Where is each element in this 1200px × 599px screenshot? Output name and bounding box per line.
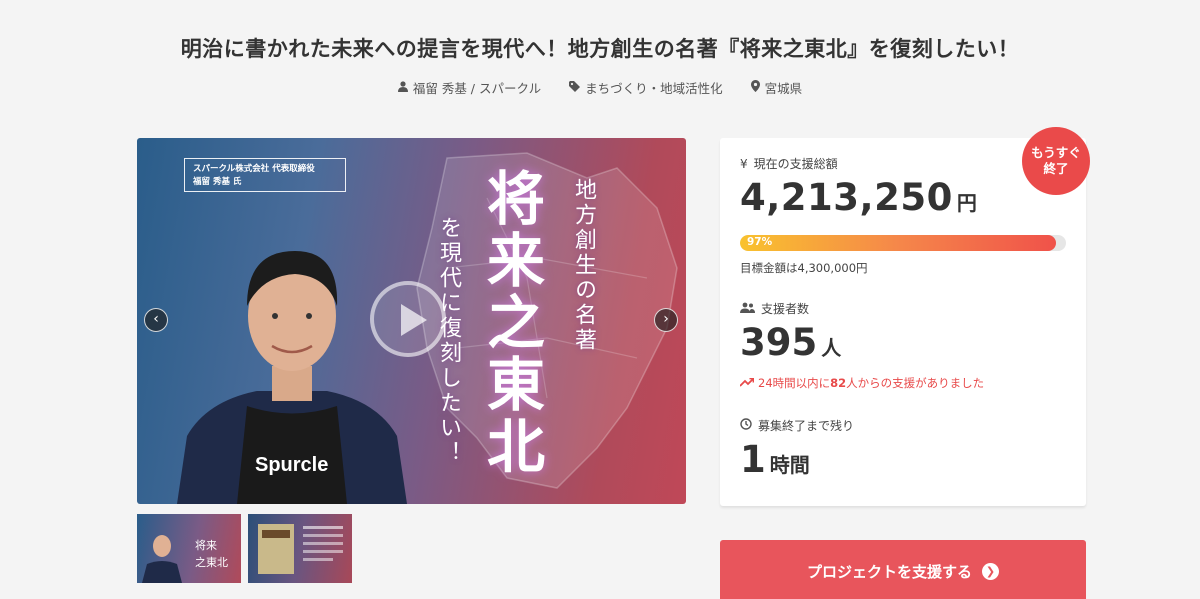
chevron-left-icon: ‹	[153, 311, 159, 327]
map-pin-icon	[750, 80, 760, 95]
funding-stats-card: ¥ 現在の支援総額 4,213,250 円 97% 目標金額は4,300,000円…	[720, 138, 1086, 506]
badge-line-2: 終了	[1043, 161, 1069, 176]
thumbnail-2-image	[258, 524, 343, 574]
support-project-button[interactable]: プロジェクトを支援する ❯	[720, 540, 1086, 599]
backers-label: 支援者数	[761, 302, 810, 316]
category-name: まちづくり・地域活性化	[585, 81, 723, 96]
headline-vertical-1: 地方創生の名著	[571, 178, 596, 353]
users-icon	[740, 302, 755, 316]
arrow-right-icon: ❯	[982, 562, 999, 580]
speaker-name: 福留 秀基 氏	[193, 177, 242, 187]
trend-prefix: 24時間以内に	[758, 376, 831, 390]
backers-value: 395	[740, 321, 818, 364]
progress-fill: 97%	[740, 235, 1057, 251]
clock-icon	[740, 418, 752, 433]
goal-amount: 目標金額は4,300,000円	[740, 261, 868, 275]
speaker-title: スパークル株式会社 代表取締役	[193, 164, 315, 174]
owner-link[interactable]: 福留 秀基 / スパークル	[397, 78, 542, 97]
project-video[interactable]: スパークル株式会社 代表取締役 福留 秀基 氏 地方創生の名著 将来之東北 を現…	[137, 138, 686, 504]
location-link[interactable]: 宮城県	[750, 78, 803, 97]
trend-suffix: 人からの支援がありました	[846, 376, 985, 390]
trend-count: 82	[830, 376, 847, 390]
owner-name: 福留 秀基 / スパークル	[412, 81, 542, 96]
yen-icon: ¥	[740, 156, 748, 171]
progress-percent: 97%	[747, 236, 773, 248]
amount-value: 4,213,250	[740, 176, 953, 219]
project-meta: 福留 秀基 / スパークル まちづくり・地域活性化 宮城県	[0, 78, 1200, 97]
speaker-photo: Spurcle	[177, 251, 407, 504]
thumbnail-1[interactable]: 将来 之東北	[137, 514, 241, 583]
location-name: 宮城県	[764, 81, 803, 96]
carousel-prev-button[interactable]: ‹	[144, 308, 168, 332]
badge-line-1: もうすぐ	[1031, 145, 1081, 160]
backers-value-row: 395 人	[740, 321, 841, 364]
ending-soon-badge: もうすぐ 終了	[1022, 127, 1090, 195]
book-title-calligraphy: 将来之東北	[477, 168, 545, 478]
amount-unit: 円	[956, 191, 978, 215]
thumbnail-1-image: 将来 之東北	[142, 535, 228, 583]
recent-support-note: 24時間以内に82人からの支援がありました	[739, 375, 985, 391]
time-label: 募集終了まで残り	[758, 419, 855, 433]
svg-text:将来: 将来	[195, 539, 217, 552]
speaker-caption: スパークル株式会社 代表取締役 福留 秀基 氏	[184, 158, 346, 192]
time-unit: 時間	[769, 453, 810, 477]
amount-label-row: ¥ 現在の支援総額	[740, 155, 838, 172]
trending-up-icon	[739, 376, 755, 390]
user-icon	[397, 80, 408, 95]
carousel-next-button[interactable]: ›	[654, 308, 678, 332]
tag-icon	[569, 80, 581, 95]
svg-text:之東北: 之東北	[195, 555, 228, 569]
time-label-row: 募集終了まで残り	[740, 417, 854, 434]
backers-unit: 人	[821, 336, 842, 360]
funding-progress-bar: 97%	[740, 235, 1066, 251]
category-link[interactable]: まちづくり・地域活性化	[569, 78, 723, 97]
chevron-right-icon: ›	[663, 311, 669, 327]
time-value-row: 1 時間	[740, 438, 810, 481]
support-button-label: プロジェクトを支援する	[806, 562, 972, 581]
amount-label: 現在の支援総額	[753, 157, 838, 171]
time-value: 1	[740, 438, 766, 481]
project-title: 明治に書かれた未来への提言を現代へ！地方創生の名著『将来之東北』を復刻したい！	[180, 37, 1020, 61]
play-button[interactable]	[370, 281, 446, 357]
backers-label-row: 支援者数	[740, 300, 809, 317]
thumbnail-2[interactable]	[248, 514, 352, 583]
shirt-logo: Spurcle	[255, 454, 328, 476]
amount-value-row: 4,213,250 円	[740, 176, 977, 219]
